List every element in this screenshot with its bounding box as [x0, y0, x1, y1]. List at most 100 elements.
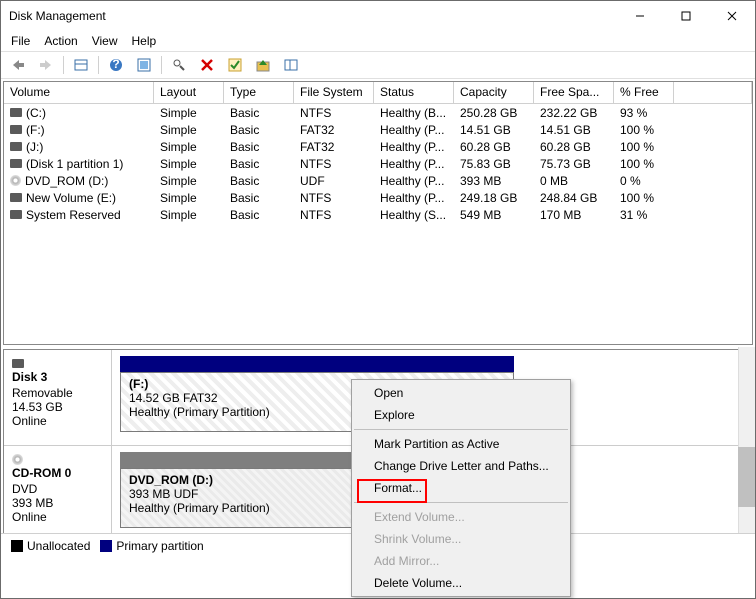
cell: 100 %	[614, 155, 674, 172]
volume-table-body[interactable]: (C:)SimpleBasicNTFSHealthy (B...250.28 G…	[4, 104, 752, 344]
cell: Basic	[224, 206, 294, 223]
cell: 0 %	[614, 172, 674, 189]
cell: Healthy (P...	[374, 121, 454, 138]
column-header[interactable]: Volume	[4, 82, 154, 103]
volume-row[interactable]: (F:)SimpleBasicFAT32Healthy (P...14.51 G…	[4, 121, 752, 138]
cell: 0 MB	[534, 172, 614, 189]
column-header[interactable]: % Free	[614, 82, 674, 103]
ctx-format[interactable]: Format...	[352, 477, 570, 499]
cell: NTFS	[294, 155, 374, 172]
cell: (C:)	[4, 104, 154, 121]
cell: Basic	[224, 138, 294, 155]
cell: 248.84 GB	[534, 189, 614, 206]
ctx-mark-active[interactable]: Mark Partition as Active	[352, 433, 570, 455]
cell: Healthy (B...	[374, 104, 454, 121]
volume-row[interactable]: New Volume (E:)SimpleBasicNTFSHealthy (P…	[4, 189, 752, 206]
disk-info[interactable]: CD-ROM 0DVD393 MBOnline	[4, 446, 112, 541]
disk-icon	[10, 142, 22, 151]
cell: Healthy (S...	[374, 206, 454, 223]
disk-icon	[12, 359, 24, 368]
column-header[interactable]: File System	[294, 82, 374, 103]
cell: 170 MB	[534, 206, 614, 223]
cell: Healthy (P...	[374, 189, 454, 206]
volume-row[interactable]: (C:)SimpleBasicNTFSHealthy (B...250.28 G…	[4, 104, 752, 121]
cell: (F:)	[4, 121, 154, 138]
cell: 100 %	[614, 138, 674, 155]
window-title: Disk Management	[9, 9, 106, 23]
cell: 75.73 GB	[534, 155, 614, 172]
cell: Simple	[154, 104, 224, 121]
cell: 393 MB	[454, 172, 534, 189]
disk-icon	[10, 108, 22, 117]
ctx-extend-volume: Extend Volume...	[352, 506, 570, 528]
disk-icon	[10, 193, 22, 202]
cell: (J:)	[4, 138, 154, 155]
column-header[interactable]: Status	[374, 82, 454, 103]
search-icon[interactable]	[168, 54, 190, 76]
cell: 232.22 GB	[534, 104, 614, 121]
column-header[interactable]: Layout	[154, 82, 224, 103]
column-header[interactable]: Type	[224, 82, 294, 103]
volume-row[interactable]: (Disk 1 partition 1)SimpleBasicNTFSHealt…	[4, 155, 752, 172]
legend-primary: Primary partition	[116, 539, 203, 553]
maximize-button[interactable]	[663, 1, 709, 31]
titlebar: Disk Management	[1, 1, 755, 31]
ctx-open[interactable]: Open	[352, 382, 570, 404]
cell: 93 %	[614, 104, 674, 121]
cell: 75.83 GB	[454, 155, 534, 172]
scrollbar-thumb[interactable]	[738, 447, 755, 507]
cell: FAT32	[294, 138, 374, 155]
context-menu: Open Explore Mark Partition as Active Ch…	[351, 379, 571, 597]
toolbar-panel-icon[interactable]	[280, 54, 302, 76]
volume-row[interactable]: DVD_ROM (D:)SimpleBasicUDFHealthy (P...3…	[4, 172, 752, 189]
ctx-delete-volume[interactable]: Delete Volume...	[352, 572, 570, 594]
volume-row[interactable]: (J:)SimpleBasicFAT32Healthy (P...60.28 G…	[4, 138, 752, 155]
minimize-button[interactable]	[617, 1, 663, 31]
menu-file[interactable]: File	[11, 34, 30, 48]
cell: Simple	[154, 121, 224, 138]
cell: New Volume (E:)	[4, 189, 154, 206]
disk-icon	[10, 210, 22, 219]
cell: Basic	[224, 172, 294, 189]
volume-row[interactable]: System ReservedSimpleBasicNTFSHealthy (S…	[4, 206, 752, 223]
svg-text:?: ?	[112, 58, 119, 71]
cell: Basic	[224, 104, 294, 121]
forward-button[interactable]	[35, 54, 57, 76]
toolbar: ?	[1, 51, 755, 79]
volume-list: VolumeLayoutTypeFile SystemStatusCapacit…	[3, 81, 753, 345]
menubar: File Action View Help	[1, 31, 755, 51]
cell: Healthy (P...	[374, 172, 454, 189]
up-icon[interactable]	[252, 54, 274, 76]
cell: Basic	[224, 155, 294, 172]
cell: 31 %	[614, 206, 674, 223]
cell: Basic	[224, 189, 294, 206]
column-header[interactable]: Capacity	[454, 82, 534, 103]
column-header[interactable]: Free Spa...	[534, 82, 614, 103]
close-button[interactable]	[709, 1, 755, 31]
menu-action[interactable]: Action	[44, 34, 77, 48]
cell: 60.28 GB	[454, 138, 534, 155]
cell: Healthy (P...	[374, 155, 454, 172]
back-button[interactable]	[7, 54, 29, 76]
toolbar-view-icon[interactable]	[70, 54, 92, 76]
menu-help[interactable]: Help	[132, 34, 157, 48]
cd-icon	[10, 175, 21, 186]
disk-info[interactable]: Disk 3Removable14.53 GBOnline	[4, 350, 112, 445]
ctx-change-drive-letter[interactable]: Change Drive Letter and Paths...	[352, 455, 570, 477]
cell: 250.28 GB	[454, 104, 534, 121]
cell: Simple	[154, 172, 224, 189]
cell: DVD_ROM (D:)	[4, 172, 154, 189]
cell: 549 MB	[454, 206, 534, 223]
refresh-icon[interactable]	[133, 54, 155, 76]
menu-view[interactable]: View	[92, 34, 118, 48]
ctx-explore[interactable]: Explore	[352, 404, 570, 426]
cell: System Reserved	[4, 206, 154, 223]
cell: 100 %	[614, 189, 674, 206]
cell: 60.28 GB	[534, 138, 614, 155]
check-icon[interactable]	[224, 54, 246, 76]
delete-icon[interactable]	[196, 54, 218, 76]
help-icon[interactable]: ?	[105, 54, 127, 76]
vertical-scrollbar[interactable]	[738, 347, 755, 533]
cell: Healthy (P...	[374, 138, 454, 155]
disk-icon	[10, 159, 22, 168]
